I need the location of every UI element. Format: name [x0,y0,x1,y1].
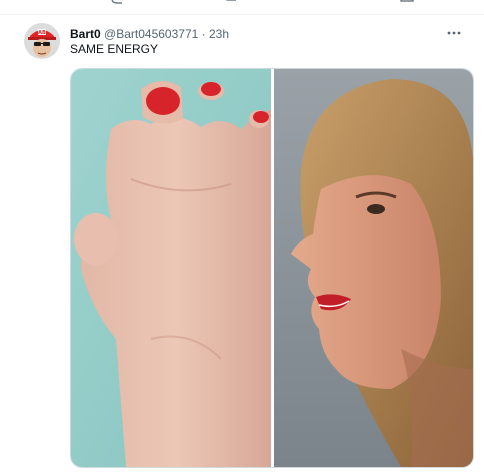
share-icon[interactable] [400,0,414,5]
separator: · [201,27,206,41]
retweet-icon[interactable] [225,0,239,5]
display-name[interactable]: Bart0 [70,27,101,41]
avatar-cap-text: AB [38,30,46,36]
more-options-button[interactable] [444,23,464,43]
media-divider [271,69,274,467]
timestamp[interactable]: 23h [209,27,229,41]
reply-icon[interactable] [110,0,124,5]
more-icon [447,31,461,35]
user-handle[interactable]: @Bart045603771 [104,27,198,41]
media-image [71,69,473,467]
tweet-media[interactable] [70,68,474,468]
tweet-text: SAME ENERGY [70,42,159,56]
tweet[interactable]: AB Bart0 @Bart045603771 · 23h SAME ENERG… [0,15,484,473]
foot-photo [71,69,272,467]
previous-tweet-action-bar [0,0,484,15]
avatar[interactable]: AB [24,23,60,59]
face-photo [274,69,473,467]
avatar-image: AB [24,23,60,59]
